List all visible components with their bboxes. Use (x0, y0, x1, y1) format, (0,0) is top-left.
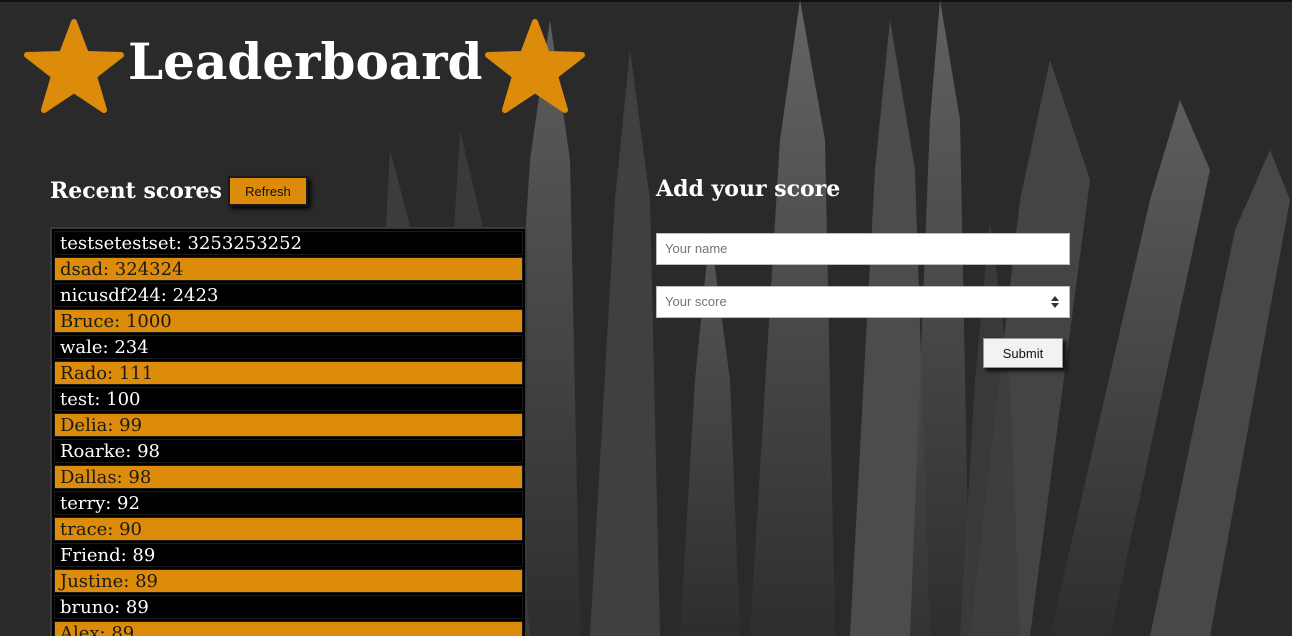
list-item: Friend: 89 (54, 543, 523, 567)
number-spinner-icon[interactable] (1051, 295, 1059, 309)
star-icon (24, 19, 124, 113)
list-item: Rado: 111 (54, 361, 523, 385)
name-input[interactable]: Your name (656, 233, 1070, 265)
recent-scores-heading: Recent scores (50, 178, 222, 204)
list-item: Justine: 89 (54, 569, 523, 593)
score-input[interactable]: Your score (656, 286, 1070, 318)
list-item: wale: 234 (54, 335, 523, 359)
refresh-button[interactable]: Refresh (227, 176, 308, 206)
add-score-heading: Add your score (656, 176, 841, 202)
submit-button[interactable]: Submit (983, 338, 1063, 368)
recent-scores-header: Recent scores Refresh (50, 176, 308, 206)
list-item: trace: 90 (54, 517, 523, 541)
scores-list[interactable]: testsetestset: 3253253252 dsad: 324324 n… (50, 227, 527, 636)
list-item: bruno: 89 (54, 595, 523, 619)
list-item: test: 100 (54, 387, 523, 411)
list-item: Dallas: 98 (54, 465, 523, 489)
list-item: Bruce: 1000 (54, 309, 523, 333)
list-item: Alex: 89 (54, 621, 523, 636)
score-input-placeholder: Your score (665, 294, 727, 309)
page-title: Leaderboard (128, 32, 483, 91)
list-item: terry: 92 (54, 491, 523, 515)
list-item: dsad: 324324 (54, 257, 523, 281)
list-item: Roarke: 98 (54, 439, 523, 463)
leaderboard-header: Leaderboard (24, 18, 585, 118)
star-icon (484, 19, 585, 113)
list-item: nicusdf244: 2423 (54, 283, 523, 307)
list-item: Delia: 99 (54, 413, 523, 437)
list-item: testsetestset: 3253253252 (54, 231, 523, 255)
